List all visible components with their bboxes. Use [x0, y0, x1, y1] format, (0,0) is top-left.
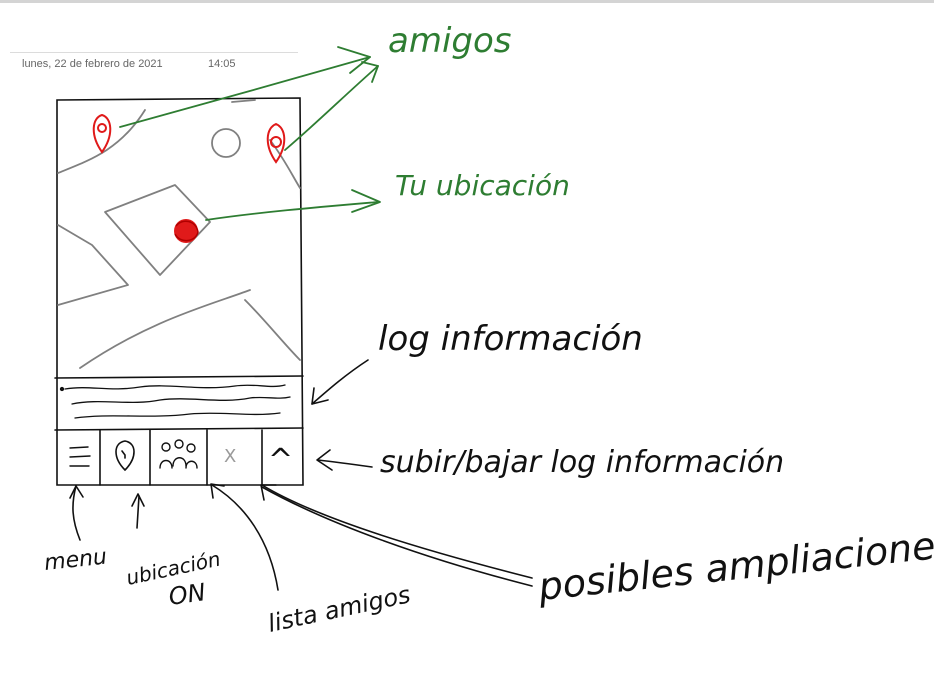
label-tu-ubicacion: Tu ubicación	[395, 169, 570, 202]
green-arrows	[119, 46, 381, 221]
label-on: ON	[167, 578, 207, 611]
label-menu: menu	[43, 545, 108, 576]
menu-icon	[69, 446, 91, 467]
chevron-up-icon: ^	[268, 443, 293, 478]
label-subir-bajar: subir/bajar log información	[380, 445, 784, 480]
label-lista-amigos: lista amigos	[265, 580, 412, 637]
extension-button[interactable]: X	[224, 446, 236, 467]
label-posibles-ampliaciones: posibles ampliaciones	[535, 521, 934, 609]
log-information-panel	[59, 384, 291, 419]
sketch-canvas: X ^ amigos Tu ubicación log información …	[43, 21, 934, 638]
menu-button[interactable]	[69, 446, 91, 467]
friends-list-button[interactable]	[159, 439, 198, 469]
phone-frame	[54, 97, 304, 486]
label-amigos: amigos	[388, 21, 512, 61]
user-location-marker[interactable]	[174, 219, 199, 243]
location-pin-icon	[115, 440, 135, 472]
location-toggle-button[interactable]	[115, 440, 135, 472]
friend-pin-left[interactable]	[92, 113, 112, 154]
close-icon: X	[224, 446, 236, 467]
label-log-informacion: log información	[378, 319, 643, 359]
toggle-log-button[interactable]: ^	[268, 443, 293, 478]
people-icon	[159, 439, 198, 469]
map-landmark-circle	[211, 128, 241, 158]
